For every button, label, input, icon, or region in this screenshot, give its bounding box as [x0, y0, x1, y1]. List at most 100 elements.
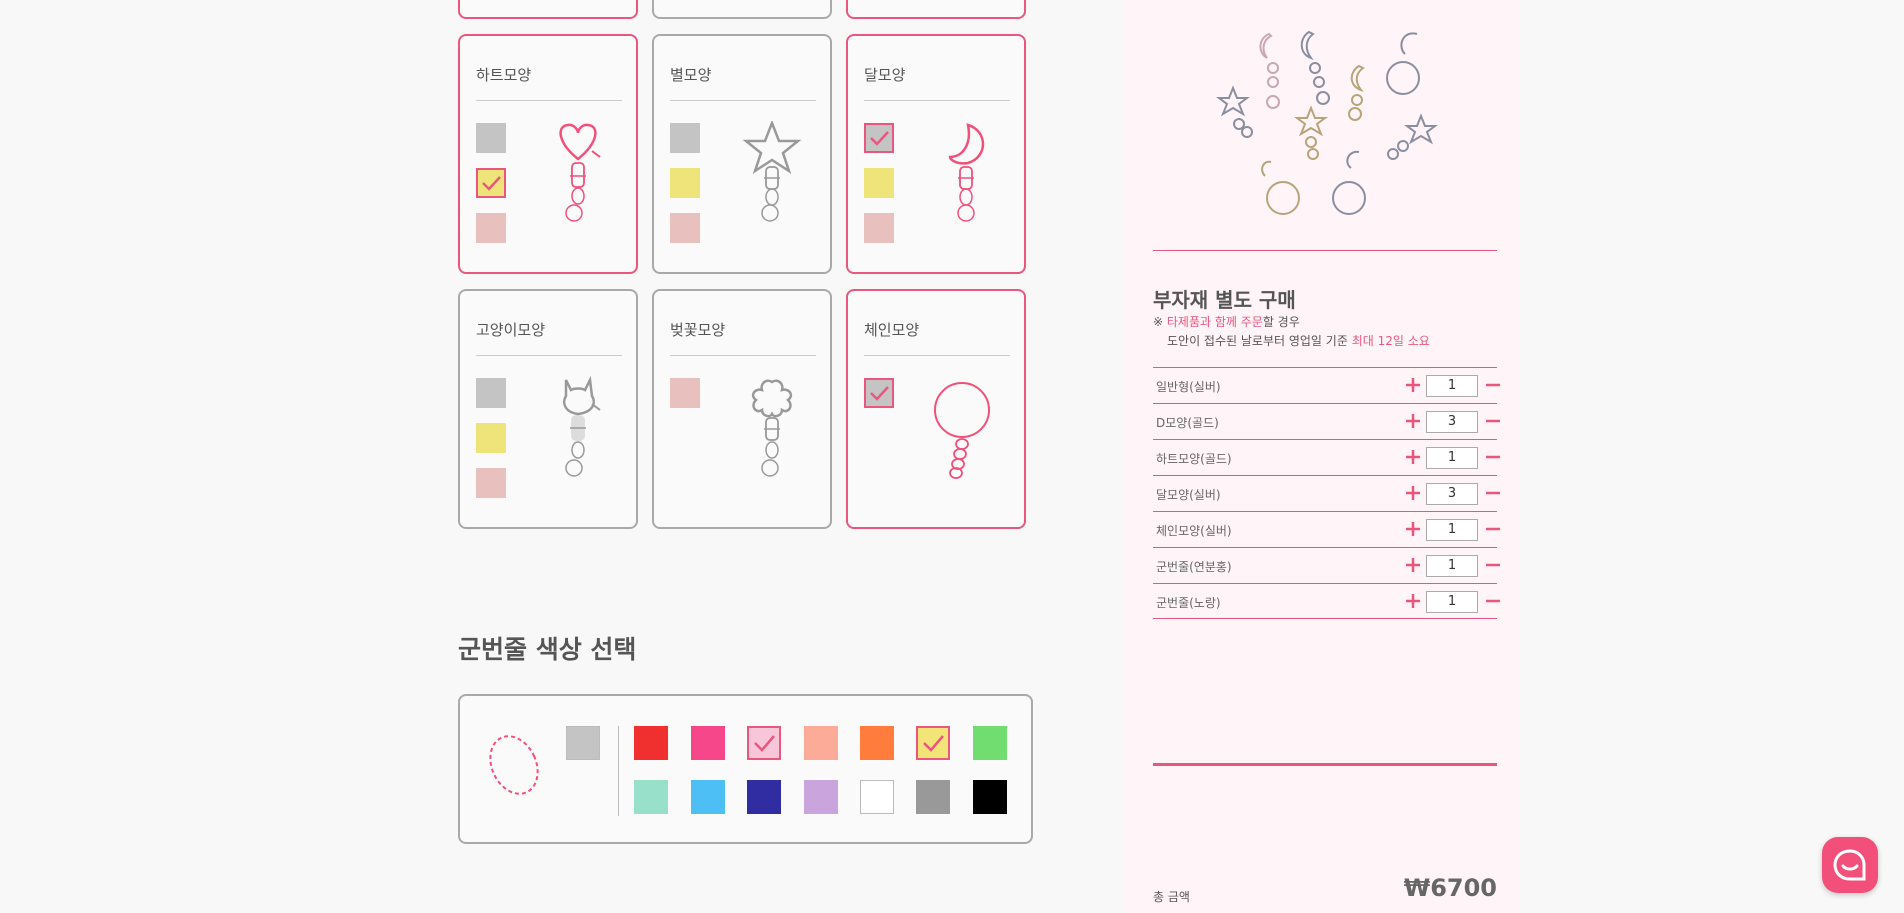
option-label: 체인모양(실버): [1156, 524, 1232, 538]
quantity-input[interactable]: 1: [1426, 591, 1478, 613]
plus-icon[interactable]: [1403, 411, 1423, 431]
keyring-accessories-image: [1216, 30, 1438, 215]
strap-color-swatch[interactable]: [691, 780, 725, 814]
shape-card-title: 고양이모양: [476, 321, 546, 339]
quantity-input[interactable]: 1: [1426, 519, 1478, 541]
shape-card-title: 벚꽃모양: [670, 321, 726, 339]
option-row: 체인모양(실버) 1: [1153, 511, 1500, 547]
plus-icon[interactable]: [1403, 447, 1423, 467]
shape-card-top-1[interactable]: [458, 0, 638, 19]
shape-card-cat[interactable]: 고양이모양: [458, 289, 638, 529]
option-label: 군번줄(연분홍): [1156, 560, 1232, 574]
strap-color-swatch[interactable]: [916, 726, 950, 760]
plus-icon[interactable]: [1403, 483, 1423, 503]
option-row: 달모양(실버) 3: [1153, 475, 1500, 511]
color-option-pink[interactable]: [670, 378, 700, 408]
total-label: 총 금액: [1153, 890, 1190, 904]
option-row: D모양(골드) 3: [1153, 403, 1500, 439]
shape-card-title: 하트모양: [476, 66, 532, 84]
plus-icon[interactable]: [1403, 519, 1423, 539]
shape-card-title: 별모양: [670, 66, 712, 84]
quantity-input[interactable]: 1: [1426, 375, 1478, 397]
moon-keyring-icon: [948, 123, 985, 222]
color-option-yellow[interactable]: [476, 423, 506, 453]
quantity-input[interactable]: 3: [1426, 483, 1478, 505]
strap-color-panel: [458, 694, 1033, 844]
chat-button[interactable]: [1822, 837, 1878, 893]
notice-text: 할 경우: [1262, 315, 1300, 329]
shape-card-moon[interactable]: 달모양: [846, 34, 1026, 274]
check-icon: [482, 176, 501, 191]
strap-color-swatch[interactable]: [804, 780, 838, 814]
color-option-gray[interactable]: [864, 378, 894, 408]
shape-card-heart[interactable]: 하트모양: [458, 34, 638, 274]
option-row: 일반형(실버) 1: [1153, 367, 1500, 403]
cat-keyring-icon: [562, 376, 601, 477]
color-option-pink[interactable]: [476, 213, 506, 243]
check-icon: [923, 735, 944, 752]
color-option-yellow[interactable]: [670, 168, 700, 198]
shape-card-blossom[interactable]: 벚꽃모양: [652, 289, 832, 529]
strap-color-swatch[interactable]: [916, 780, 950, 814]
strap-color-swatch[interactable]: [634, 726, 668, 760]
strap-color-swatch[interactable]: [973, 780, 1007, 814]
shape-card-top-3[interactable]: [846, 0, 1026, 19]
notice-text: 도안이 접수된 날로부터 영업일 기준: [1167, 334, 1352, 348]
plus-icon[interactable]: [1403, 591, 1423, 611]
strap-color-swatch[interactable]: [860, 726, 894, 760]
minus-icon[interactable]: [1483, 519, 1503, 539]
option-label: D모양(골드): [1156, 416, 1219, 430]
strap-color-swatch[interactable]: [860, 780, 894, 814]
heart-keyring-icon: [559, 123, 601, 222]
check-icon: [754, 735, 775, 752]
option-label: 일반형(실버): [1156, 380, 1221, 394]
shape-card-chain[interactable]: 체인모양: [846, 289, 1026, 529]
color-option-pink[interactable]: [476, 468, 506, 498]
minus-icon[interactable]: [1483, 375, 1503, 395]
plus-icon[interactable]: [1403, 375, 1423, 395]
accessory-notice: ※ 타제품과 함께 주문할 경우 도안이 접수된 날로부터 영업일 기준 최대 …: [1153, 313, 1430, 351]
color-option-gray[interactable]: [476, 378, 506, 408]
divider: [864, 355, 1010, 356]
color-option-gray[interactable]: [670, 123, 700, 153]
color-option-yellow[interactable]: [476, 168, 506, 198]
option-row: 하트모양(골드) 1: [1153, 439, 1500, 475]
quantity-input[interactable]: 1: [1426, 555, 1478, 577]
quantity-input[interactable]: 1: [1426, 447, 1478, 469]
strap-color-swatch[interactable]: [747, 726, 781, 760]
check-icon: [870, 386, 889, 401]
minus-icon[interactable]: [1483, 591, 1503, 611]
strap-loop-icon: [489, 735, 539, 795]
color-option-yellow[interactable]: [864, 168, 894, 198]
shape-card-top-2[interactable]: [652, 0, 832, 19]
color-option-pink[interactable]: [864, 213, 894, 243]
color-option-gray[interactable]: [476, 123, 506, 153]
divider: [1153, 763, 1497, 766]
chat-icon: [1833, 849, 1866, 881]
section-title-strap-color: 군번줄 색상 선택: [458, 635, 637, 664]
quantity-input[interactable]: 3: [1426, 411, 1478, 433]
option-row: 군번줄(노랑) 1: [1153, 583, 1500, 619]
minus-icon[interactable]: [1483, 411, 1503, 431]
minus-icon[interactable]: [1483, 447, 1503, 467]
strap-color-swatch[interactable]: [566, 726, 600, 760]
divider: [476, 100, 622, 101]
minus-icon[interactable]: [1483, 483, 1503, 503]
plus-icon[interactable]: [1403, 555, 1423, 575]
total-price: ₩6700: [1403, 874, 1497, 902]
accessory-purchase-title: 부자재 별도 구매: [1153, 288, 1296, 312]
strap-color-swatch[interactable]: [634, 780, 668, 814]
option-label: 군번줄(노랑): [1156, 596, 1221, 610]
shape-card-title: 달모양: [864, 66, 906, 84]
option-label: 하트모양(골드): [1156, 452, 1232, 466]
minus-icon[interactable]: [1483, 555, 1503, 575]
strap-color-swatch[interactable]: [804, 726, 838, 760]
color-option-pink[interactable]: [670, 213, 700, 243]
strap-color-swatch[interactable]: [747, 780, 781, 814]
notice-highlight: 타제품과 함께 주문: [1166, 315, 1263, 329]
shape-card-star[interactable]: 별모양: [652, 34, 832, 274]
shape-card-title: 체인모양: [864, 321, 920, 339]
color-option-gray[interactable]: [864, 123, 894, 153]
strap-color-swatch[interactable]: [691, 726, 725, 760]
strap-color-swatch[interactable]: [973, 726, 1007, 760]
